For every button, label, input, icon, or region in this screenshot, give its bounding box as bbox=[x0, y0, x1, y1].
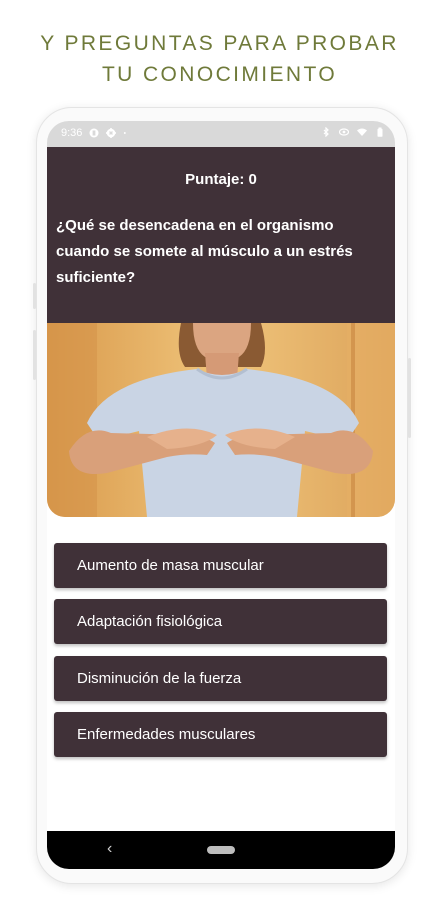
question-text: ¿Qué se desencadena en el organismo cuan… bbox=[56, 217, 353, 286]
phone-frame: 9:36 Puntaje: 0 ¿Qué se desencadena en e… bbox=[33, 107, 411, 884]
bluetooth-icon bbox=[323, 127, 329, 137]
phone-side-button bbox=[33, 283, 36, 309]
question-header: Puntaje: 0 ¿Qué se desencadena en el org… bbox=[47, 147, 395, 323]
woman-illustration bbox=[47, 323, 395, 517]
eye-icon bbox=[339, 128, 349, 136]
home-pill-icon[interactable] bbox=[207, 846, 235, 854]
headline-line-1: Y PREGUNTAS PARA PROBAR bbox=[40, 32, 399, 55]
app-notification-icon bbox=[89, 128, 99, 138]
score-label: Puntaje: 0 bbox=[185, 171, 257, 188]
answer-option-1[interactable]: Aumento de masa muscular bbox=[54, 543, 387, 588]
status-time: 9:36 bbox=[61, 127, 83, 139]
headline-line-2: TU CONOCIMIENTO bbox=[101, 63, 338, 86]
navigation-bar: ‹ bbox=[47, 831, 395, 869]
chevron-left-icon[interactable]: ‹ bbox=[107, 840, 112, 858]
promo-headline: Y PREGUNTAS PARA PROBAR TU CONOCIMIENTO bbox=[0, 28, 439, 90]
status-bar: 9:36 bbox=[47, 121, 395, 147]
wifi-icon bbox=[357, 128, 367, 136]
answer-option-4[interactable]: Enfermedades musculares bbox=[54, 712, 387, 757]
phone-side-button bbox=[408, 358, 411, 438]
phone-screen: 9:36 Puntaje: 0 ¿Qué se desencadena en e… bbox=[47, 121, 395, 869]
settings-gear-icon bbox=[106, 128, 117, 138]
dot-icon bbox=[124, 132, 127, 134]
answer-option-2[interactable]: Adaptación fisiológica bbox=[54, 599, 387, 644]
question-photo bbox=[47, 323, 395, 517]
phone-side-button bbox=[33, 330, 36, 380]
battery-icon bbox=[377, 127, 383, 137]
answer-option-3[interactable]: Disminución de la fuerza bbox=[54, 656, 387, 701]
